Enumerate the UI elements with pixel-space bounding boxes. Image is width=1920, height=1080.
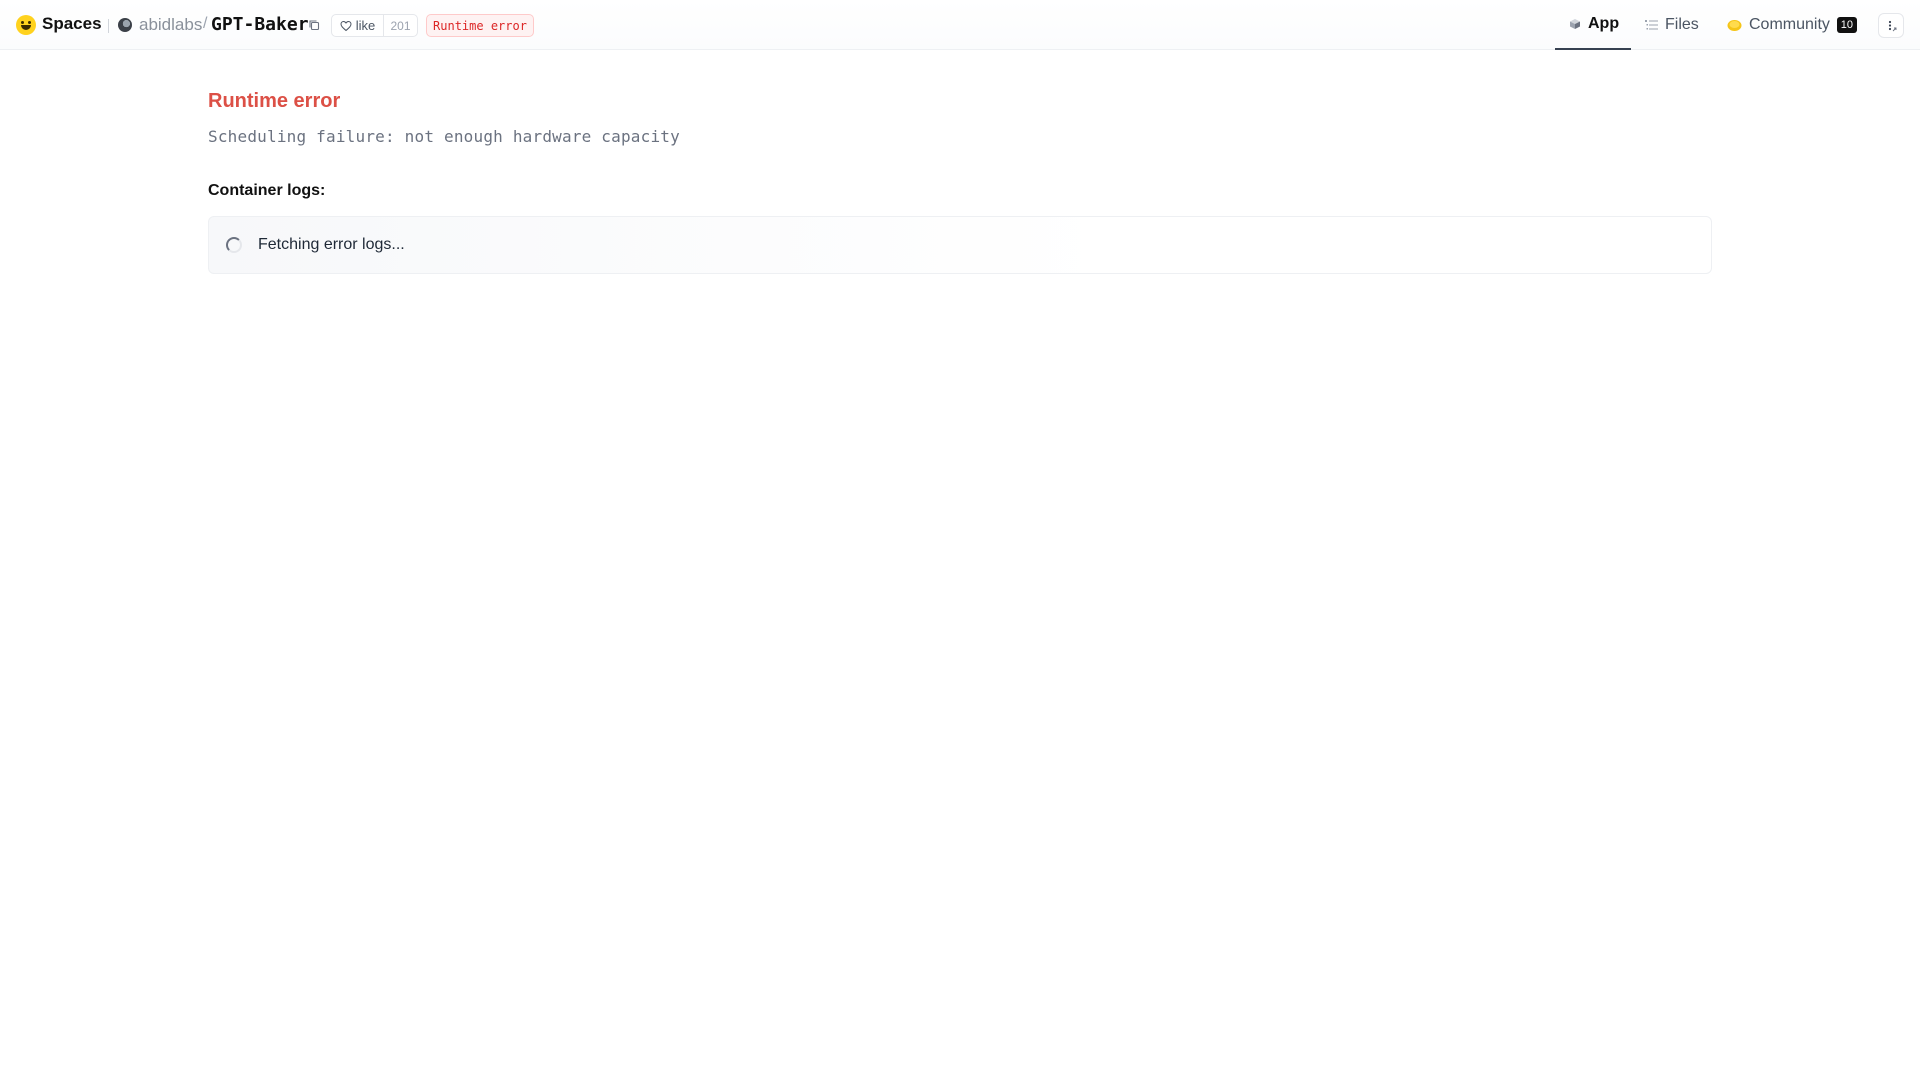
huggingface-logo-icon[interactable]	[16, 15, 36, 35]
logs-status-text: Fetching error logs...	[258, 236, 405, 253]
heart-icon	[340, 20, 352, 31]
like-count[interactable]: 201	[384, 19, 417, 33]
repo-name-link[interactable]: GPT-Baker	[211, 14, 309, 35]
main-content: Runtime error Scheduling failure: not en…	[208, 90, 1712, 274]
header-divider	[108, 19, 109, 33]
like-button[interactable]: like 201	[331, 14, 418, 37]
error-detail: Scheduling failure: not enough hardware …	[208, 127, 680, 146]
more-options-button[interactable]	[1878, 13, 1904, 38]
cube-icon	[1570, 19, 1580, 29]
tab-community[interactable]: Community 10	[1727, 0, 1857, 50]
loading-spinner-icon	[226, 237, 242, 253]
tab-community-label: Community	[1749, 16, 1830, 33]
tab-app-label: App	[1588, 15, 1620, 32]
files-icon	[1645, 20, 1658, 30]
community-count-badge: 10	[1836, 17, 1857, 33]
tab-files-label: Files	[1665, 16, 1699, 33]
more-vertical-icon	[1888, 20, 1897, 31]
spaces-link[interactable]: Spaces	[42, 14, 102, 34]
like-label: like	[355, 18, 376, 33]
top-header: Spaces abidlabs / GPT-Baker like 201 Run…	[0, 0, 1920, 50]
container-logs-box: Fetching error logs...	[208, 216, 1712, 274]
copy-icon[interactable]	[308, 19, 320, 31]
status-badge: Runtime error	[426, 14, 534, 37]
owner-avatar[interactable]	[118, 18, 132, 32]
container-logs-label: Container logs:	[208, 182, 326, 199]
tab-app[interactable]: App	[1555, 0, 1631, 50]
path-separator: /	[203, 15, 208, 32]
error-title: Runtime error	[208, 90, 341, 112]
like-toggle[interactable]: like	[332, 15, 384, 36]
community-icon	[1727, 19, 1742, 31]
tab-files[interactable]: Files	[1645, 0, 1699, 50]
owner-link[interactable]: abidlabs	[139, 15, 202, 35]
